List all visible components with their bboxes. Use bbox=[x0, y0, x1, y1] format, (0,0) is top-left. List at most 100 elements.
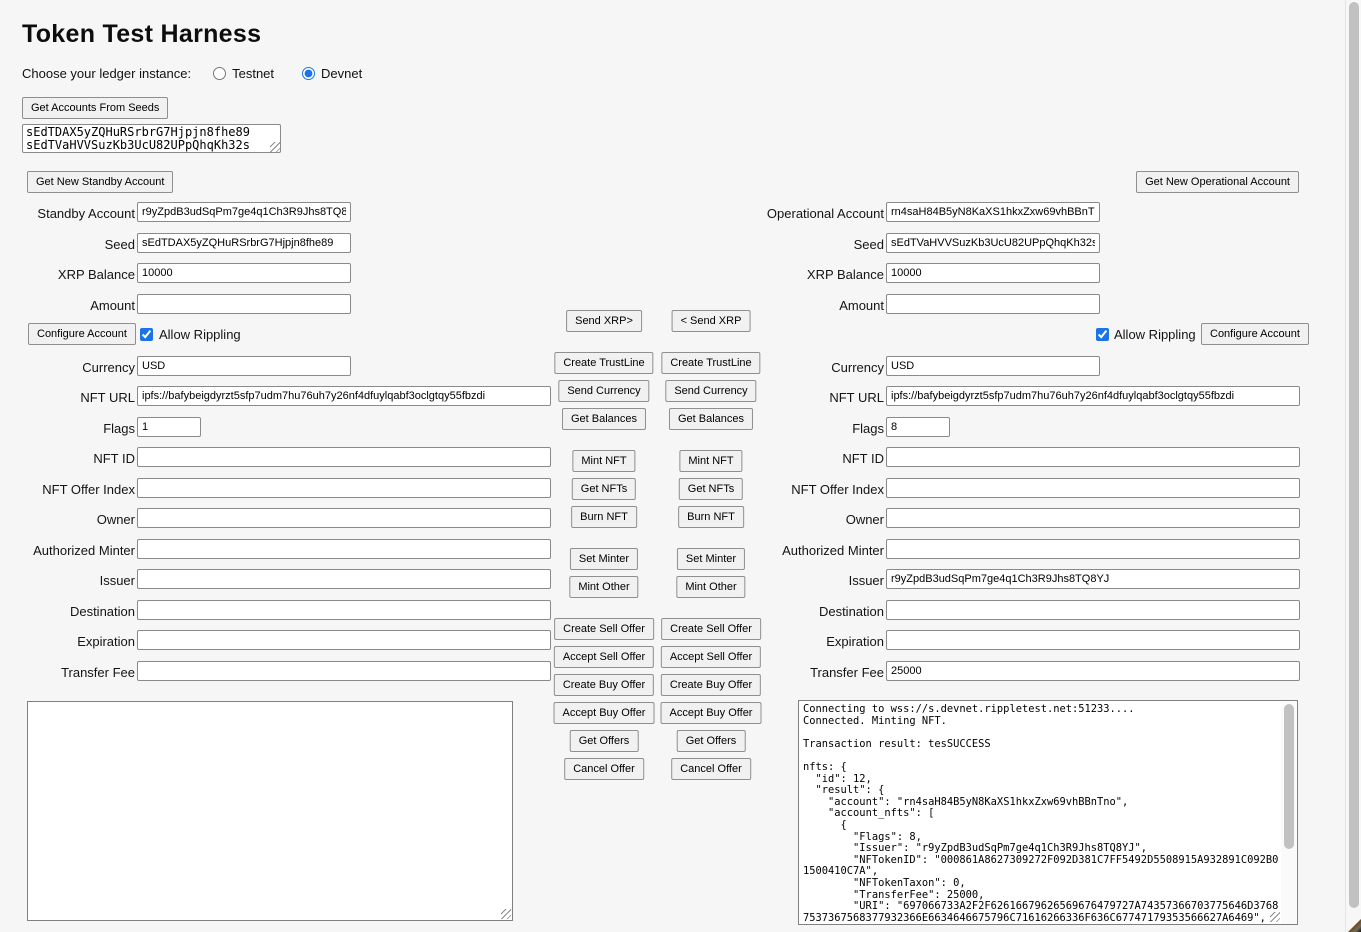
standby-nft-offer-index-input[interactable] bbox=[137, 478, 551, 498]
standby-amount-input[interactable] bbox=[137, 294, 351, 314]
operational-send-currency-button[interactable]: Send Currency bbox=[665, 380, 756, 402]
standby-create-buy-offer-button[interactable]: Create Buy Offer bbox=[554, 674, 654, 696]
operational-nft-offer-index-input[interactable] bbox=[886, 478, 1300, 498]
resize-grip-icon[interactable] bbox=[270, 142, 280, 152]
standby-send-xrp-button[interactable]: Send XRP> bbox=[566, 310, 642, 332]
operational-create-trustline-button[interactable]: Create TrustLine bbox=[661, 352, 760, 374]
operational-balance-input[interactable] bbox=[886, 263, 1100, 283]
seeds-textarea[interactable]: sEdTDAX5yZQHuRSrbrG7Hjpjn8fhe89 sEdTVaHV… bbox=[22, 124, 281, 153]
standby-seed-input[interactable] bbox=[137, 233, 351, 253]
operational-mint-other-button[interactable]: Mint Other bbox=[676, 576, 745, 598]
get-new-standby-account-button[interactable]: Get New Standby Account bbox=[27, 171, 173, 193]
operational-nft-url-input[interactable] bbox=[886, 386, 1300, 406]
standby-get-nfts-button[interactable]: Get NFTs bbox=[572, 478, 636, 500]
operational-issuer-label: Issuer bbox=[849, 573, 884, 588]
standby-create-trustline-button[interactable]: Create TrustLine bbox=[554, 352, 653, 374]
standby-account-input[interactable] bbox=[137, 202, 351, 222]
standby-expiration-label: Expiration bbox=[77, 634, 135, 649]
standby-nft-url-input[interactable] bbox=[137, 386, 551, 406]
standby-issuer-input[interactable] bbox=[137, 569, 551, 589]
operational-currency-input[interactable] bbox=[886, 356, 1100, 376]
operational-cancel-offer-button[interactable]: Cancel Offer bbox=[671, 758, 751, 780]
operational-amount-input[interactable] bbox=[886, 294, 1100, 314]
standby-configure-account-button[interactable]: Configure Account bbox=[28, 323, 136, 345]
standby-balance-label: XRP Balance bbox=[58, 267, 135, 282]
standby-results-textarea[interactable] bbox=[27, 701, 513, 921]
standby-nft-url-label: NFT URL bbox=[80, 390, 135, 405]
get-accounts-from-seeds-button[interactable]: Get Accounts From Seeds bbox=[22, 97, 168, 119]
testnet-radio-label[interactable]: Testnet bbox=[232, 66, 274, 81]
standby-destination-label: Destination bbox=[70, 604, 135, 619]
standby-owner-input[interactable] bbox=[137, 508, 551, 528]
operational-seed-input[interactable] bbox=[886, 233, 1100, 253]
standby-mint-nft-button[interactable]: Mint NFT bbox=[572, 450, 635, 472]
operational-account-input[interactable] bbox=[886, 202, 1100, 222]
standby-allow-rippling-checkbox[interactable] bbox=[140, 328, 153, 341]
standby-authorized-minter-input[interactable] bbox=[137, 539, 551, 559]
standby-accept-sell-offer-button[interactable]: Accept Sell Offer bbox=[554, 646, 654, 668]
operational-get-balances-button[interactable]: Get Balances bbox=[669, 408, 753, 430]
operational-allow-rippling-checkbox[interactable] bbox=[1096, 328, 1109, 341]
page-scrollbar-thumb[interactable] bbox=[1349, 2, 1359, 908]
operational-destination-input[interactable] bbox=[886, 600, 1300, 620]
standby-account-label: Standby Account bbox=[37, 206, 135, 221]
testnet-radio[interactable] bbox=[213, 67, 226, 80]
operational-set-minter-button[interactable]: Set Minter bbox=[677, 548, 745, 570]
operational-amount-label: Amount bbox=[839, 298, 884, 313]
standby-seed-label: Seed bbox=[105, 237, 135, 252]
operational-owner-label: Owner bbox=[846, 512, 884, 527]
standby-currency-label: Currency bbox=[82, 360, 135, 375]
operational-accept-sell-offer-button[interactable]: Accept Sell Offer bbox=[661, 646, 761, 668]
standby-expiration-input[interactable] bbox=[137, 630, 551, 650]
operational-get-offers-button[interactable]: Get Offers bbox=[677, 730, 746, 752]
operational-authorized-minter-input[interactable] bbox=[886, 539, 1300, 559]
standby-flags-input[interactable] bbox=[137, 417, 201, 437]
standby-balance-input[interactable] bbox=[137, 263, 351, 283]
operational-expiration-input[interactable] bbox=[886, 630, 1300, 650]
operational-mint-nft-button[interactable]: Mint NFT bbox=[679, 450, 742, 472]
seed-row: Seed Seed bbox=[0, 233, 1361, 255]
standby-cancel-offer-button[interactable]: Cancel Offer bbox=[564, 758, 644, 780]
standby-create-sell-offer-button[interactable]: Create Sell Offer bbox=[554, 618, 654, 640]
standby-nft-id-label: NFT ID bbox=[93, 451, 135, 466]
resize-grip-icon[interactable] bbox=[501, 909, 511, 919]
standby-accept-buy-offer-button[interactable]: Accept Buy Offer bbox=[554, 702, 655, 724]
operational-create-buy-offer-button[interactable]: Create Buy Offer bbox=[661, 674, 761, 696]
operational-accept-buy-offer-button[interactable]: Accept Buy Offer bbox=[661, 702, 762, 724]
standby-get-offers-button[interactable]: Get Offers bbox=[570, 730, 639, 752]
standby-transfer-fee-label: Transfer Fee bbox=[61, 665, 135, 680]
standby-currency-input[interactable] bbox=[137, 356, 351, 376]
operational-nft-id-input[interactable] bbox=[886, 447, 1300, 467]
standby-authorized-minter-label: Authorized Minter bbox=[33, 543, 135, 558]
standby-owner-label: Owner bbox=[97, 512, 135, 527]
standby-nft-offer-index-label: NFT Offer Index bbox=[42, 482, 135, 497]
devnet-radio-label[interactable]: Devnet bbox=[321, 66, 362, 81]
console-scrollbar-thumb[interactable] bbox=[1284, 704, 1294, 849]
page-scrollbar-track[interactable] bbox=[1345, 0, 1361, 932]
standby-allow-rippling-label: Allow Rippling bbox=[159, 327, 241, 342]
operational-owner-input[interactable] bbox=[886, 508, 1300, 528]
get-new-operational-account-button[interactable]: Get New Operational Account bbox=[1136, 171, 1299, 193]
resize-grip-icon[interactable] bbox=[1270, 912, 1280, 922]
standby-send-currency-button[interactable]: Send Currency bbox=[558, 380, 649, 402]
standby-burn-nft-button[interactable]: Burn NFT bbox=[571, 506, 637, 528]
standby-issuer-label: Issuer bbox=[100, 573, 135, 588]
operational-create-sell-offer-button[interactable]: Create Sell Offer bbox=[661, 618, 761, 640]
operational-issuer-input[interactable] bbox=[886, 569, 1300, 589]
operational-send-xrp-button[interactable]: < Send XRP bbox=[672, 310, 751, 332]
standby-nft-id-input[interactable] bbox=[137, 447, 551, 467]
operational-transfer-fee-input[interactable] bbox=[886, 661, 1300, 681]
page-title: Token Test Harness bbox=[22, 20, 261, 49]
devnet-radio[interactable] bbox=[302, 67, 315, 80]
operational-flags-input[interactable] bbox=[886, 417, 950, 437]
operational-get-nfts-button[interactable]: Get NFTs bbox=[679, 478, 743, 500]
operational-burn-nft-button[interactable]: Burn NFT bbox=[678, 506, 744, 528]
standby-transfer-fee-input[interactable] bbox=[137, 661, 551, 681]
standby-mint-other-button[interactable]: Mint Other bbox=[569, 576, 638, 598]
operational-account-label: Operational Account bbox=[767, 206, 884, 221]
operational-configure-account-button[interactable]: Configure Account bbox=[1201, 323, 1309, 345]
standby-get-balances-button[interactable]: Get Balances bbox=[562, 408, 646, 430]
standby-destination-input[interactable] bbox=[137, 600, 551, 620]
standby-set-minter-button[interactable]: Set Minter bbox=[570, 548, 638, 570]
operational-results-console[interactable]: Connecting to wss://s.devnet.rippletest.… bbox=[798, 700, 1298, 925]
